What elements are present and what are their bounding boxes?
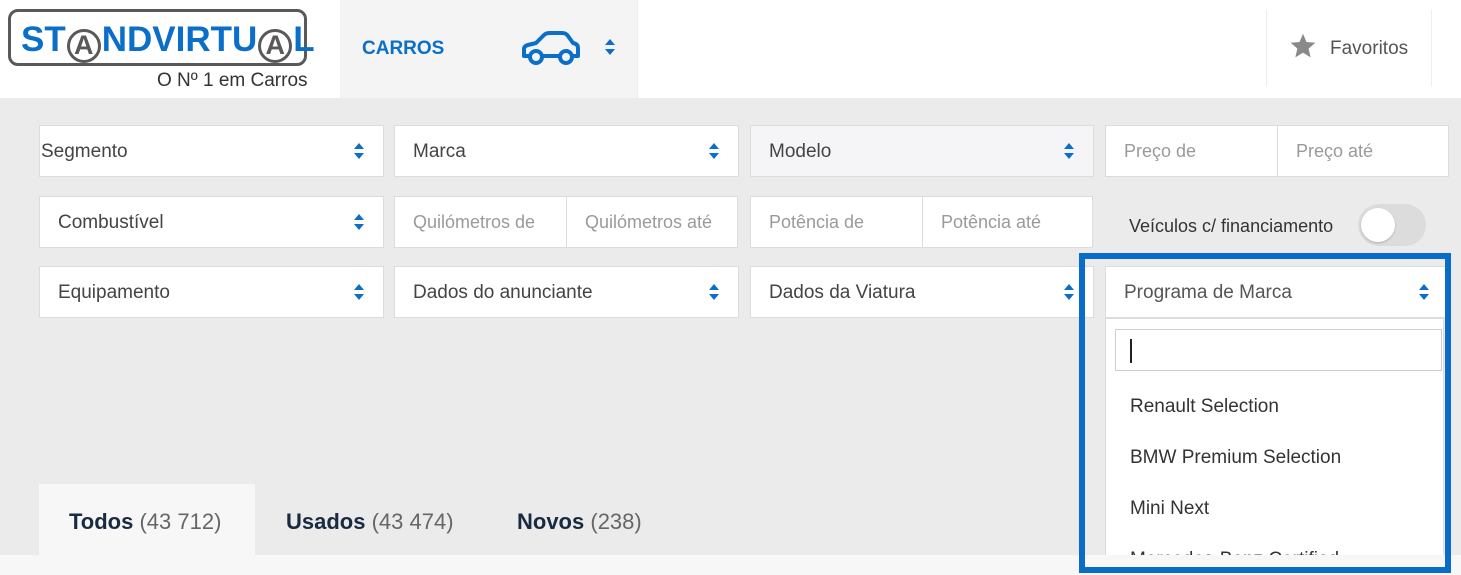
tab-count: (238) (590, 509, 642, 534)
select-arrows-icon (1064, 284, 1074, 300)
equipamento-label: Equipamento (58, 282, 170, 303)
preco-range: Preço de Preço até (1105, 125, 1449, 177)
favorites-label: Favoritos (1330, 38, 1409, 59)
tab-novos[interactable]: Novos (238) (485, 484, 685, 555)
tab-count: (43 474) (371, 509, 454, 534)
dados-viatura-label: Dados da Viatura (769, 282, 916, 303)
select-arrows-icon (709, 284, 719, 300)
select-arrows-icon (1064, 143, 1074, 159)
segmento-label: Segmento (41, 141, 128, 162)
programa-marca-label: Programa de Marca (1124, 282, 1292, 303)
tab-label: Usados (286, 509, 366, 534)
top-header: ST A NDVIRTU A L O Nº 1 em Carros CARROS Fav… (0, 0, 1461, 98)
programa-marca-dropdown: Renault Selection BMW Premium Selection … (1105, 318, 1444, 575)
preco-de-input[interactable]: Preço de (1106, 126, 1277, 176)
preco-ate-placeholder: Preço até (1296, 141, 1374, 161)
marca-select[interactable]: Marca (394, 125, 739, 177)
tab-usados[interactable]: Usados (43 474) (255, 484, 485, 555)
segmento-select[interactable]: Segmento (39, 125, 384, 177)
potencia-range: Potência de Potência até (750, 196, 1093, 248)
text-caret (1130, 339, 1132, 363)
equipamento-select[interactable]: Equipamento (39, 266, 384, 318)
star-icon (1290, 33, 1316, 58)
km-de-input[interactable]: Quilómetros de (395, 197, 566, 247)
logo-tagline: O Nº 1 em Carros (157, 70, 308, 91)
dados-anunciante-select[interactable]: Dados do anunciante (394, 266, 739, 318)
km-ate-placeholder: Quilómetros até (585, 212, 713, 232)
modelo-label: Modelo (769, 141, 832, 162)
toggle-knob (1361, 208, 1395, 242)
sort-arrows-icon (605, 39, 615, 55)
tab-label: Novos (517, 509, 585, 534)
financiamento-toggle[interactable] (1358, 204, 1426, 246)
select-arrows-icon (354, 284, 364, 300)
combustivel-label: Combustível (58, 212, 164, 233)
tab-todos[interactable]: Todos (43 712) (39, 484, 255, 555)
km-ate-input[interactable]: Quilómetros até (566, 197, 737, 247)
potencia-ate-input[interactable]: Potência até (922, 197, 1092, 247)
dados-viatura-select[interactable]: Dados da Viatura (750, 266, 1094, 318)
programa-marca-select[interactable]: Programa de Marca (1105, 266, 1449, 318)
quilometros-range: Quilómetros de Quilómetros até (394, 196, 738, 248)
car-icon (522, 31, 580, 65)
category-selector[interactable]: CARROS (340, 0, 638, 98)
standvirtual-logo[interactable]: ST A NDVIRTU A L (8, 9, 315, 66)
potencia-ate-placeholder: Potência até (941, 212, 1042, 232)
tab-count: (43 712) (139, 509, 222, 534)
financiamento-label: Veículos c/ financiamento (1129, 216, 1334, 236)
modelo-select[interactable]: Modelo (750, 125, 1094, 177)
dados-anunciante-label: Dados do anunciante (413, 282, 593, 303)
combustivel-select[interactable]: Combustível (39, 196, 384, 248)
category-label: CARROS (362, 38, 445, 59)
km-de-placeholder: Quilómetros de (413, 212, 536, 232)
select-arrows-icon (1419, 284, 1429, 300)
dropdown-option[interactable]: Renault Selection (1130, 396, 1279, 418)
select-arrows-icon (709, 143, 719, 159)
potencia-de-placeholder: Potência de (769, 212, 865, 232)
dropdown-option[interactable]: BMW Premium Selection (1130, 447, 1341, 469)
results-strip (0, 555, 1461, 575)
dropdown-search-input[interactable] (1115, 329, 1442, 371)
tab-label: Todos (69, 509, 134, 534)
logo-wordmark: ST A NDVIRTU A L (21, 20, 315, 63)
favorites-button[interactable]: Favoritos (1266, 10, 1432, 86)
dropdown-option[interactable]: Mini Next (1130, 498, 1209, 520)
marca-label: Marca (413, 141, 466, 162)
select-arrows-icon (354, 214, 364, 230)
potencia-de-input[interactable]: Potência de (751, 197, 922, 247)
preco-ate-input[interactable]: Preço até (1277, 126, 1448, 176)
select-arrows-icon (354, 143, 364, 159)
preco-de-placeholder: Preço de (1124, 141, 1197, 161)
